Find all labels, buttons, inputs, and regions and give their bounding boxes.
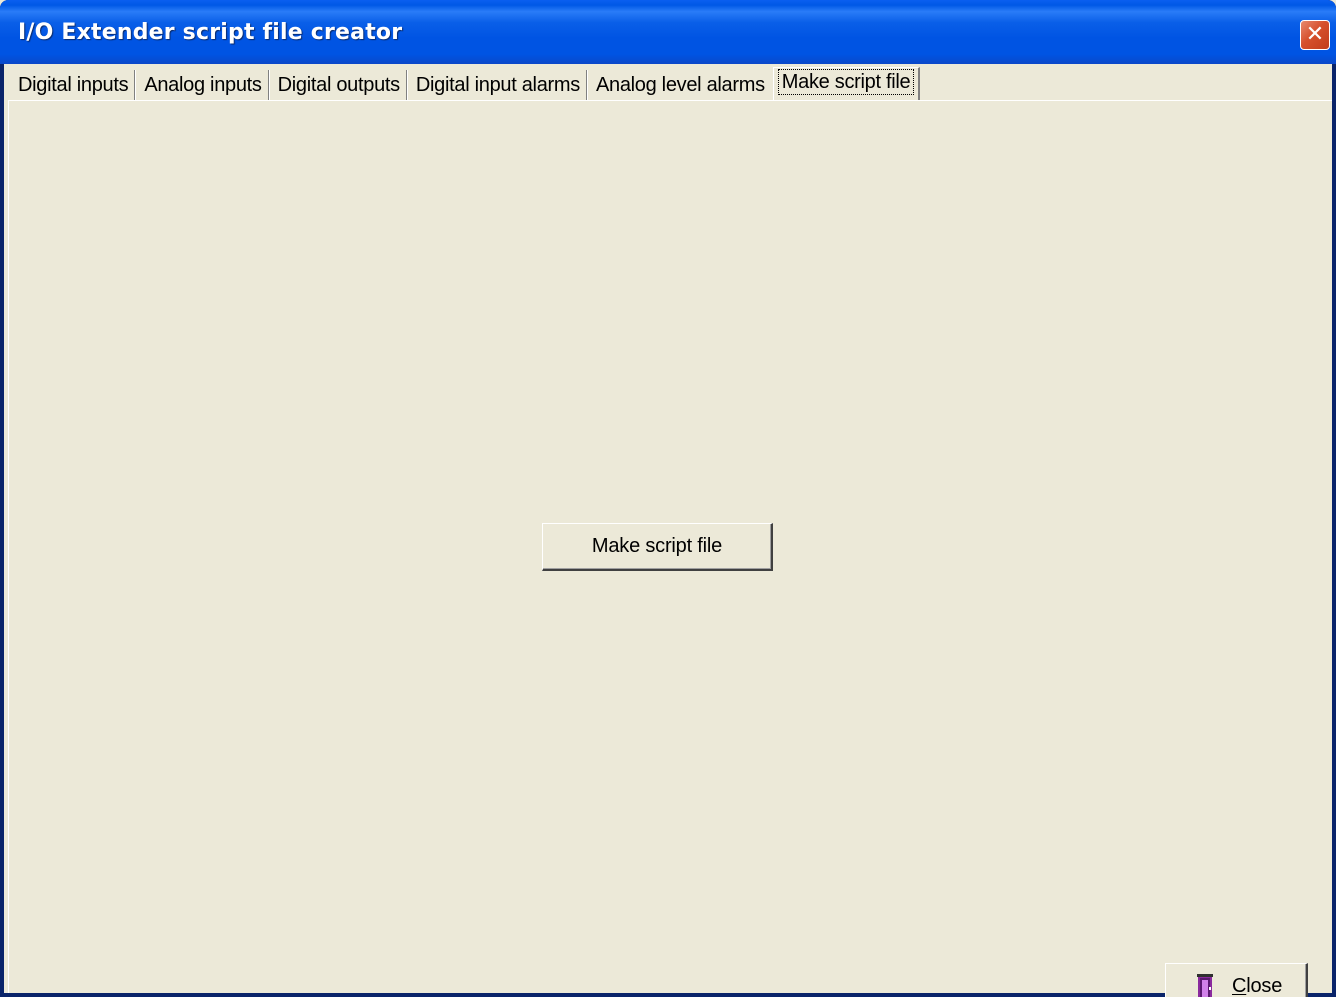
tab-label: Digital outputs <box>277 74 401 96</box>
tab-label: Digital inputs <box>18 74 129 96</box>
tab-digital-outputs[interactable]: Digital outputs <box>272 70 407 100</box>
tab-analog-level-alarms[interactable]: Analog level alarms <box>590 70 771 100</box>
close-button[interactable]: Close <box>1165 963 1308 997</box>
tab-label: Analog inputs <box>144 74 262 96</box>
close-button-label: Close <box>1232 964 1282 997</box>
window-title: I/O Extender script file creator <box>18 20 403 45</box>
tab-digital-inputs[interactable]: Digital inputs <box>12 70 136 100</box>
tab-make-script-file[interactable]: Make script file <box>772 67 921 100</box>
make-script-file-button[interactable]: Make script file <box>542 523 773 571</box>
app-window: I/O Extender script file creator ✕ Digit… <box>0 0 1336 997</box>
window-close-button[interactable]: ✕ <box>1300 20 1330 50</box>
tab-label: Analog level alarms <box>595 74 765 96</box>
title-bar[interactable]: I/O Extender script file creator ✕ <box>0 0 1336 64</box>
tab-panel: Make script file Close <box>8 101 1329 997</box>
close-rest: lose <box>1246 975 1283 997</box>
client-area: Digital inputs Analog inputs Digital out… <box>4 64 1332 997</box>
tab-label: Digital input alarms <box>415 74 580 96</box>
door-exit-icon <box>1197 974 1213 997</box>
tab-strip: Digital inputs Analog inputs Digital out… <box>12 66 921 100</box>
tab-analog-inputs[interactable]: Analog inputs <box>138 70 269 100</box>
tab-digital-input-alarms[interactable]: Digital input alarms <box>410 70 587 100</box>
close-mnemonic: C <box>1232 975 1247 997</box>
tab-label: Make script file <box>777 69 915 95</box>
